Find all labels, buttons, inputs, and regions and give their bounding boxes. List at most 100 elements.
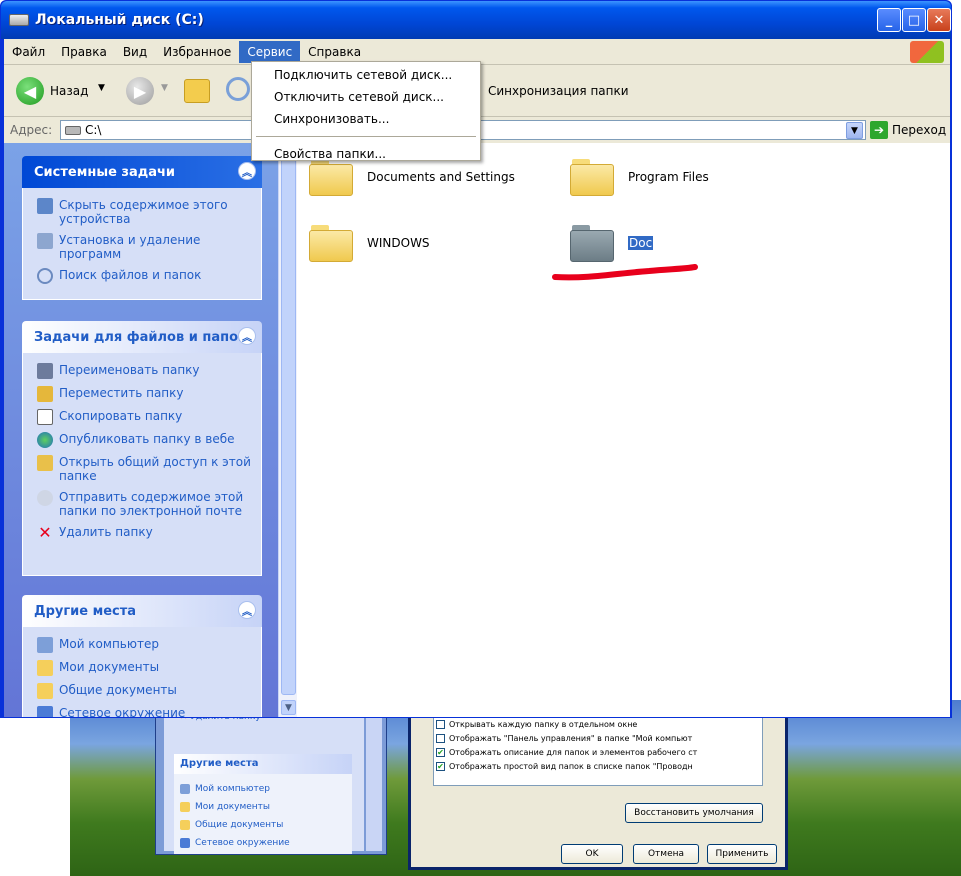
task-pane-scrollbar[interactable]: ▼ bbox=[278, 143, 297, 717]
menu-file[interactable]: Файл bbox=[4, 41, 53, 63]
shared-documents-icon bbox=[37, 683, 53, 699]
background-other-places-list: Мой компьютер Мои документы Общие докуме… bbox=[174, 774, 352, 854]
tools-dropdown-menu: Подключить сетевой диск... Отключить сет… bbox=[251, 61, 481, 161]
close-button[interactable]: ✕ bbox=[927, 8, 951, 32]
task-add-remove-programs[interactable]: Установка и удаление программ bbox=[37, 233, 253, 261]
search-icon[interactable] bbox=[226, 77, 250, 101]
menu-favorites[interactable]: Избранное bbox=[155, 41, 239, 63]
menu-item-map-network-drive[interactable]: Подключить сетевой диск... bbox=[254, 64, 478, 86]
folder-name: Program Files bbox=[628, 170, 709, 184]
folder-item[interactable]: WINDOWS bbox=[309, 223, 430, 263]
option-row[interactable]: ✔ Отображать простой вид папок в списке п… bbox=[436, 759, 760, 773]
up-folder-icon[interactable] bbox=[184, 79, 210, 103]
background-place-item[interactable]: Мои документы bbox=[180, 798, 346, 816]
go-button[interactable]: ➔ Переход bbox=[870, 120, 946, 140]
checkbox-checked-icon[interactable]: ✔ bbox=[436, 747, 445, 757]
system-tasks-title: Системные задачи bbox=[34, 164, 176, 180]
go-arrow-icon: ➔ bbox=[870, 121, 888, 139]
menu-item-synchronize[interactable]: Синхронизовать... bbox=[254, 108, 478, 130]
file-tasks-header[interactable]: Задачи для файлов и папок ︽ bbox=[22, 321, 262, 353]
checkbox-icon[interactable] bbox=[436, 719, 445, 729]
network-icon bbox=[37, 706, 53, 717]
folder-name: Documents and Settings bbox=[367, 170, 515, 184]
background-task-pane: ✕ Удалить папку Другие места Мой компьют… bbox=[164, 706, 364, 854]
maximize-button[interactable]: □ bbox=[902, 8, 926, 32]
share-folder-icon bbox=[37, 455, 53, 471]
back-dropdown-icon[interactable]: ▼ bbox=[98, 83, 105, 93]
menu-help[interactable]: Справка bbox=[300, 41, 369, 63]
folder-options-dialog: Открывать каждую папку в отдельном окне … bbox=[408, 705, 788, 870]
window-title: Локальный диск (C:) bbox=[35, 12, 204, 28]
cancel-button[interactable]: Отмена bbox=[633, 844, 699, 864]
my-documents-icon bbox=[37, 660, 53, 676]
other-places-title: Другие места bbox=[34, 603, 137, 619]
address-dropdown-icon[interactable]: ▼ bbox=[846, 122, 863, 139]
system-tasks-header[interactable]: Системные задачи ︽ bbox=[22, 156, 262, 188]
option-row[interactable]: Отображать "Панель управления" в папке "… bbox=[436, 731, 760, 745]
task-share-folder[interactable]: Открыть общий доступ к этой папке bbox=[37, 455, 253, 483]
menu-item-folder-options[interactable]: Свойства папки... bbox=[254, 143, 478, 165]
forward-dropdown-icon[interactable]: ▼ bbox=[161, 83, 168, 93]
task-delete-folder[interactable]: ✕ Удалить папку bbox=[37, 525, 253, 541]
task-rename-folder[interactable]: Переименовать папку bbox=[37, 363, 253, 379]
forward-arrow-icon[interactable]: ▶ bbox=[126, 77, 154, 105]
task-publish-web[interactable]: Опубликовать папку в вебе bbox=[37, 432, 253, 448]
back-button-label[interactable]: Назад bbox=[50, 84, 88, 98]
apply-button[interactable]: Применить bbox=[707, 844, 777, 864]
background-other-places-header[interactable]: Другие места bbox=[174, 754, 352, 774]
rename-icon bbox=[37, 363, 53, 379]
background-scrollbar[interactable] bbox=[366, 706, 382, 851]
collapse-chevron-icon[interactable]: ︽ bbox=[238, 601, 256, 619]
sync-folder-button[interactable]: Синхронизация папки bbox=[488, 84, 629, 98]
add-remove-programs-icon bbox=[37, 233, 53, 249]
background-place-item[interactable]: Сетевое окружение bbox=[180, 834, 346, 852]
folder-icon bbox=[570, 157, 616, 197]
task-copy-folder[interactable]: Скопировать папку bbox=[37, 409, 253, 425]
globe-icon bbox=[37, 432, 53, 448]
advanced-settings-list: Открывать каждую папку в отдельном окне … bbox=[433, 714, 763, 786]
address-value: C:\ bbox=[85, 123, 102, 137]
ok-button[interactable]: OK bbox=[561, 844, 623, 864]
restore-defaults-button[interactable]: Восстановить умолчания bbox=[625, 803, 763, 823]
menu-view[interactable]: Вид bbox=[115, 41, 155, 63]
task-move-folder[interactable]: Переместить папку bbox=[37, 386, 253, 402]
menu-item-disconnect-network-drive[interactable]: Отключить сетевой диск... bbox=[254, 86, 478, 108]
menu-separator bbox=[256, 136, 476, 137]
delete-x-icon: ✕ bbox=[38, 523, 52, 542]
background-place-item[interactable]: Общие документы bbox=[180, 816, 346, 834]
scrollbar-thumb[interactable] bbox=[281, 147, 296, 695]
title-bar[interactable]: Локальный диск (C:) _ □ ✕ bbox=[1, 1, 951, 39]
collapse-chevron-icon[interactable]: ︽ bbox=[238, 327, 256, 345]
folder-name: Doc bbox=[628, 236, 654, 250]
windows-logo-icon bbox=[910, 41, 944, 63]
folder-item[interactable]: Program Files bbox=[570, 157, 709, 197]
task-pane: Системные задачи ︽ Скрыть содержимое это… bbox=[4, 143, 278, 717]
go-label: Переход bbox=[892, 123, 947, 137]
place-network[interactable]: Сетевое окружение bbox=[37, 706, 253, 717]
place-my-documents[interactable]: Мои документы bbox=[37, 660, 253, 676]
background-explorer-window: ✕ Удалить папку Другие места Мой компьют… bbox=[155, 705, 387, 855]
task-search-files[interactable]: Поиск файлов и папок bbox=[37, 268, 253, 284]
background-place-item[interactable]: Мой компьютер bbox=[180, 780, 346, 798]
file-tasks-title: Задачи для файлов и папок bbox=[34, 329, 247, 345]
back-arrow-icon[interactable]: ◀ bbox=[16, 77, 44, 105]
place-shared-documents[interactable]: Общие документы bbox=[37, 683, 253, 699]
address-label: Адрес: bbox=[10, 123, 53, 137]
option-row[interactable]: Открывать каждую папку в отдельном окне bbox=[436, 717, 760, 731]
checkbox-checked-icon[interactable]: ✔ bbox=[436, 761, 445, 771]
scroll-down-icon[interactable]: ▼ bbox=[281, 700, 296, 715]
task-email-folder[interactable]: Отправить содержимое этой папки по элект… bbox=[37, 490, 253, 518]
menu-tools[interactable]: Сервис bbox=[239, 40, 301, 63]
folder-name: WINDOWS bbox=[367, 236, 430, 250]
checkbox-icon[interactable] bbox=[436, 733, 445, 743]
place-my-computer[interactable]: Мой компьютер bbox=[37, 637, 253, 653]
minimize-button[interactable]: _ bbox=[877, 8, 901, 32]
drive-icon bbox=[65, 125, 81, 135]
option-row[interactable]: ✔ Отображать описание для папок и элемент… bbox=[436, 745, 760, 759]
folder-content-area[interactable]: Documents and Settings Program Files WIN… bbox=[297, 143, 950, 717]
file-tasks-list: Переименовать папку Переместить папку Ск… bbox=[22, 353, 262, 576]
task-hide-drive-contents[interactable]: Скрыть содержимое этого устройства bbox=[37, 198, 253, 226]
other-places-header[interactable]: Другие места ︽ bbox=[22, 595, 262, 627]
menu-edit[interactable]: Правка bbox=[53, 41, 115, 63]
email-icon bbox=[37, 490, 53, 506]
